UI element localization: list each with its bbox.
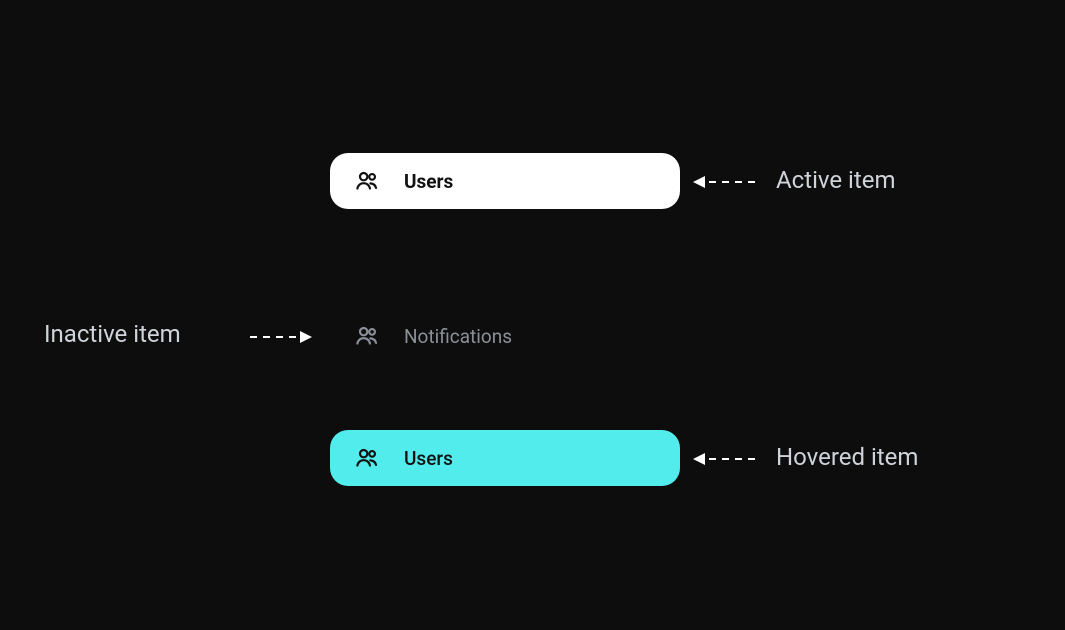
annotation-arrow-active: [693, 175, 755, 189]
users-icon: [354, 444, 382, 472]
nav-item-label: Users: [404, 449, 453, 468]
nav-item-hovered[interactable]: Users: [330, 430, 680, 486]
annotation-label-inactive: Inactive item: [44, 320, 181, 348]
annotation-label-active: Active item: [776, 166, 896, 194]
nav-item-active[interactable]: Users: [330, 153, 680, 209]
nav-item-label: Users: [404, 172, 453, 191]
users-icon: [354, 167, 382, 195]
users-icon: [354, 322, 382, 350]
nav-item-inactive[interactable]: Notifications: [330, 308, 680, 364]
design-spec-canvas: Users Active item Notifications Inactive…: [0, 0, 1065, 630]
annotation-label-hovered: Hovered item: [776, 443, 918, 471]
nav-item-label: Notifications: [404, 327, 512, 346]
annotation-arrow-hovered: [693, 452, 755, 466]
annotation-arrow-inactive: [250, 330, 312, 344]
